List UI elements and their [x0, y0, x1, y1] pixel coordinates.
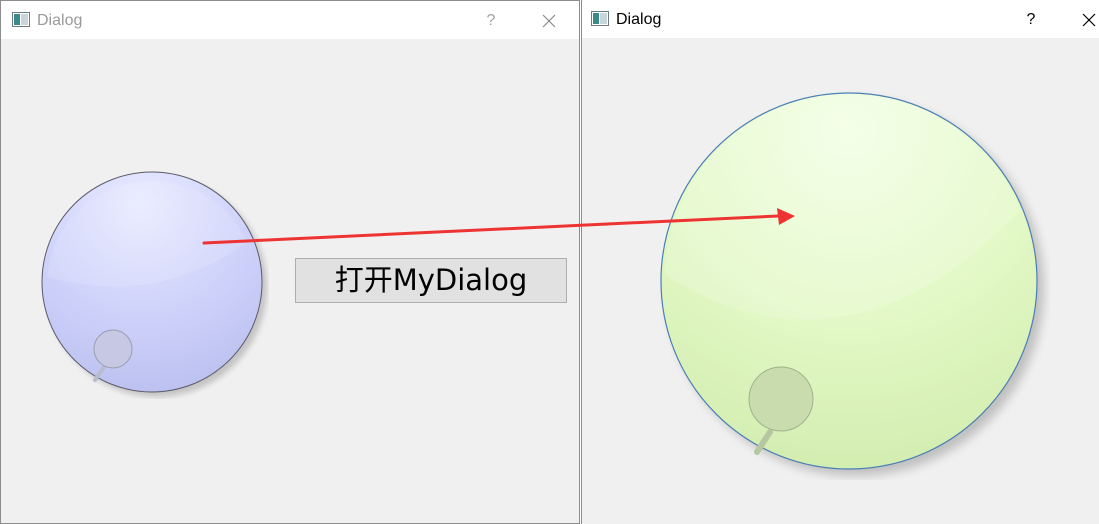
- left-title-bar[interactable]: Dialog ?: [1, 1, 579, 39]
- close-icon: [1082, 13, 1096, 27]
- right-dialog-window: Dialog ?: [581, 0, 1099, 524]
- close-icon: [542, 14, 556, 28]
- dial-graphic: [660, 92, 1044, 476]
- window-title: Dialog: [37, 12, 83, 29]
- right-title-bar[interactable]: Dialog ?: [582, 0, 1099, 38]
- left-dialog-window: Dialog ? 打开MyDialog: [0, 0, 580, 524]
- open-mydialog-button[interactable]: 打开MyDialog: [295, 258, 567, 303]
- dial-graphic: [41, 171, 267, 397]
- close-button[interactable]: [531, 7, 567, 35]
- help-button[interactable]: ?: [476, 9, 506, 33]
- green-dial-knob[interactable]: [660, 90, 1050, 480]
- help-button[interactable]: ?: [1016, 8, 1046, 32]
- close-button[interactable]: [1071, 6, 1099, 34]
- blue-dial-knob[interactable]: [37, 167, 269, 399]
- app-window-icon: [591, 11, 609, 26]
- window-title: Dialog: [616, 11, 662, 28]
- app-window-icon: [12, 12, 30, 27]
- desktop-screen: Dialog ? 打开MyDialog Dialog ?: [0, 0, 1099, 524]
